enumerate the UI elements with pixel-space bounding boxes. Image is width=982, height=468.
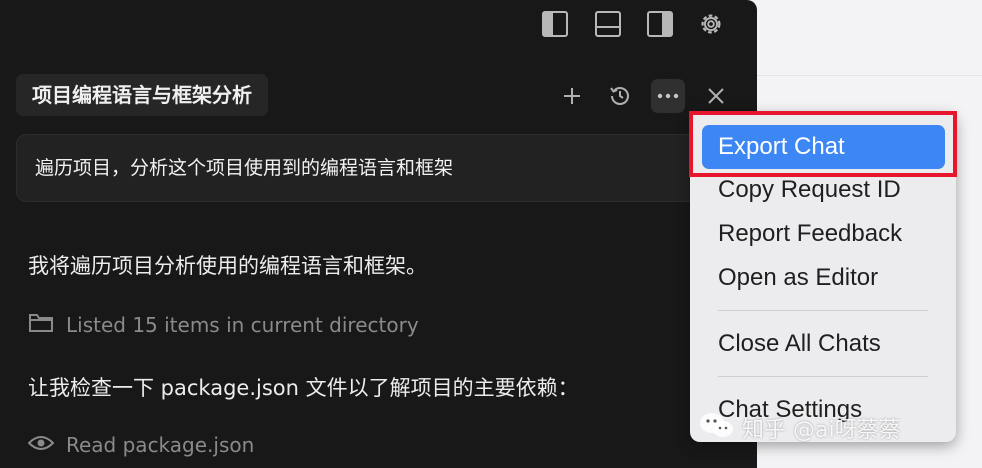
sidebar-left-icon[interactable]: [541, 10, 569, 38]
panel-bottom-icon[interactable]: [594, 10, 622, 38]
highlight-callout: [689, 111, 957, 177]
menu-item-copy-request-id[interactable]: Copy Request ID: [718, 176, 901, 204]
assistant-message: 我将遍历项目分析使用的编程语言和框架。: [28, 254, 427, 278]
gear-icon[interactable]: [697, 10, 725, 38]
chat-panel: 项目编程语言与框架分析 遍历项目，分析这个项目使用到的编程语言和框架 我将遍历项…: [0, 0, 757, 468]
tool-call-label: Read package.json: [66, 433, 255, 457]
plus-icon[interactable]: [555, 79, 589, 113]
menu-item-open-as-editor[interactable]: Open as Editor: [718, 264, 878, 292]
tool-call-label: Listed 15 items in current directory: [66, 312, 419, 337]
menu-divider: [718, 376, 928, 377]
menu-divider: [718, 310, 928, 311]
menu-item-report-feedback[interactable]: Report Feedback: [718, 220, 902, 248]
watermark: 知乎 @ai呀蔡蔡: [698, 410, 901, 446]
watermark-text: 知乎 @ai呀蔡蔡: [742, 418, 901, 443]
folder-icon: [28, 311, 54, 338]
menu-item-close-all-chats[interactable]: Close All Chats: [718, 330, 881, 358]
eye-icon: [27, 433, 55, 457]
history-icon[interactable]: [603, 79, 637, 113]
user-prompt[interactable]: 遍历项目，分析这个项目使用到的编程语言和框架: [16, 134, 716, 202]
assistant-message: 让我检查一下 package.json 文件以了解项目的主要依赖：: [28, 376, 579, 400]
tool-call-list-dir[interactable]: Listed 15 items in current directory: [28, 311, 419, 338]
more-icon[interactable]: [651, 79, 685, 113]
tool-call-read-file[interactable]: Read package.json: [27, 433, 255, 457]
close-icon[interactable]: [699, 79, 733, 113]
chat-tab-title[interactable]: 项目编程语言与框架分析: [16, 74, 268, 116]
sidebar-right-icon[interactable]: [646, 10, 674, 38]
zhihu-logo-icon: [698, 410, 734, 446]
